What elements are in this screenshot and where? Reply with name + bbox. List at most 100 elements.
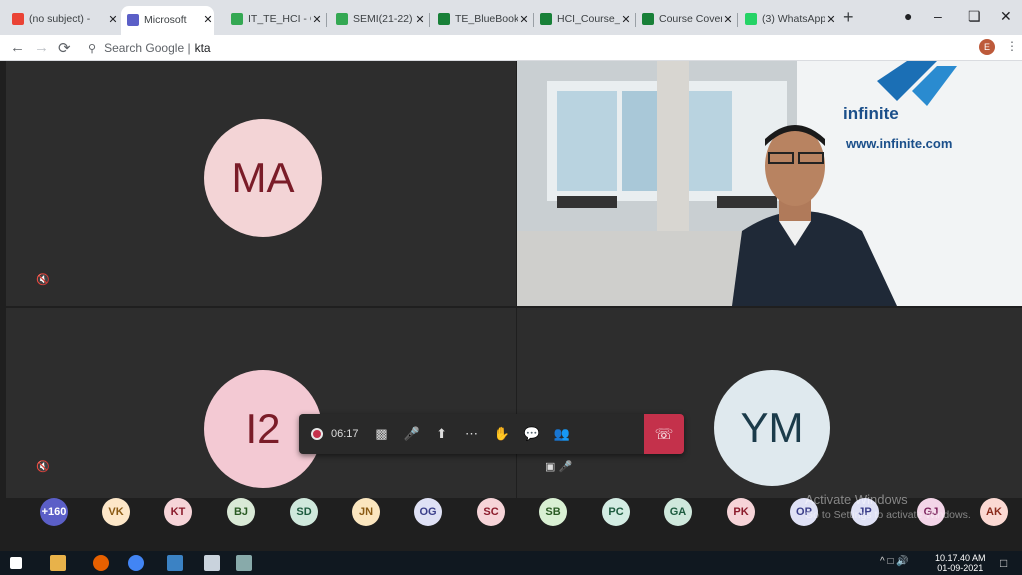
minimize-button[interactable]: –: [934, 8, 942, 24]
meeting-timer: 06:17: [331, 428, 359, 440]
phone-hangup-icon: ☏: [654, 426, 674, 443]
participant-avatar[interactable]: KT: [164, 498, 192, 526]
participant-video-tile: infinite www.infinite.com: [517, 61, 1022, 306]
omnibox-query: kta: [194, 41, 211, 55]
tab-favicon-icon: [127, 13, 139, 26]
windows-taskbar: ^ □ 🔊 10.17.40 AM 01-09-2021 □: [0, 551, 1022, 575]
file-explorer-icon[interactable]: [50, 555, 66, 571]
participant-avatar[interactable]: +160: [40, 498, 68, 526]
participant-avatar[interactable]: AK: [980, 498, 1008, 526]
browser-tab[interactable]: TE_BlueBook: ✕: [432, 8, 530, 30]
leave-call-button[interactable]: ☏: [644, 414, 684, 454]
notification-icon[interactable]: □: [1000, 556, 1007, 570]
tab-title: TE_BlueBook:: [455, 13, 518, 25]
chrome-icon[interactable]: [128, 555, 144, 571]
tab-title: Course Cover: [659, 13, 722, 25]
notepad-icon[interactable]: [204, 555, 220, 571]
browser-tab[interactable]: Course Cover ✕: [636, 8, 734, 30]
browser-tab[interactable]: SEMI(21-22) - ✕: [330, 8, 426, 30]
share-screen-icon[interactable]: ⬆: [427, 414, 457, 454]
search-icon: ⚲: [88, 42, 97, 55]
tab-close-icon[interactable]: ✕: [414, 13, 426, 26]
tab-title: IT_TE_HCI - G: [248, 13, 311, 25]
address-bar: ← → ⟳ ⚲ Search Google | kta E ⋮: [0, 35, 1022, 61]
tab-favicon-icon: [231, 13, 243, 25]
taskbar-clock[interactable]: 10.17.40 AM 01-09-2021: [935, 553, 986, 573]
tab-separator: [737, 13, 738, 27]
close-window-button[interactable]: ✕: [1000, 8, 1012, 25]
meeting-controls: 06:17 ▩ 🎤 ⬆ ⋯ ✋ 💬 👥 ☏: [299, 414, 684, 454]
tab-close-icon[interactable]: ✕: [518, 13, 530, 26]
tab-close-icon[interactable]: ✕: [107, 13, 119, 26]
avatar-ma: MA: [204, 119, 322, 237]
more-actions-icon[interactable]: ⋯: [457, 414, 487, 454]
browser-tab[interactable]: HCI_Course_F✕: [534, 8, 632, 30]
browser-tab[interactable]: Microsoft ✕: [121, 6, 214, 35]
participant-avatar[interactable]: OG: [414, 498, 442, 526]
forward-icon[interactable]: →: [34, 39, 49, 56]
activate-windows-title: Activate Windows: [805, 492, 908, 507]
tab-close-icon[interactable]: ✕: [311, 13, 323, 26]
windows-start-icon[interactable]: [10, 557, 22, 569]
browser-menu-icon[interactable]: ⋮: [1006, 39, 1018, 53]
clock-time: 10.17.40 AM: [935, 553, 986, 563]
browser-tab[interactable]: IT_TE_HCI - G✕: [225, 8, 323, 30]
tab-title: (no subject) -: [29, 13, 91, 25]
participant-avatar[interactable]: SB: [539, 498, 567, 526]
browser-tab[interactable]: (no subject) - ✕: [6, 8, 119, 30]
tab-close-icon[interactable]: ✕: [202, 13, 214, 26]
tab-title: Microsoft: [144, 13, 187, 26]
firefox-icon[interactable]: [93, 555, 109, 571]
camera-off-icon[interactable]: ▩: [367, 414, 397, 454]
participant-tile-i2: I2 🔇: [6, 308, 516, 498]
tab-favicon-icon: [540, 13, 552, 25]
tab-separator: [429, 13, 430, 27]
participant-avatar[interactable]: PK: [727, 498, 755, 526]
mic-off-icon[interactable]: 🎤: [397, 414, 427, 454]
back-icon[interactable]: ←: [10, 39, 25, 56]
tab-title: (3) WhatsApp: [762, 13, 825, 25]
profile-avatar[interactable]: E: [979, 39, 995, 55]
app-icon[interactable]: [167, 555, 183, 571]
omnibox[interactable]: ⚲ Search Google | kta: [88, 38, 211, 58]
screen-share-status-icon: ▣ 🎤: [545, 461, 573, 473]
mic-muted-icon: 🔇: [36, 461, 50, 473]
clock-date: 01-09-2021: [937, 563, 984, 573]
tab-favicon-icon: [642, 13, 654, 25]
raise-hand-icon[interactable]: ✋: [487, 414, 517, 454]
participant-avatar[interactable]: JN: [352, 498, 380, 526]
participant-avatar[interactable]: GA: [664, 498, 692, 526]
extension-icon[interactable]: ●: [904, 8, 912, 24]
tab-title: SEMI(21-22) -: [353, 13, 414, 25]
tab-favicon-icon: [438, 13, 450, 25]
brand-name: infinite: [843, 104, 899, 123]
meeting-stage: MA 🔇 infinite www.infinite.com I2 🔇 YM ▣…: [0, 61, 1022, 551]
participant-avatar[interactable]: BJ: [227, 498, 255, 526]
paint-icon[interactable]: [236, 555, 252, 571]
participant-tile-ma: MA 🔇: [6, 61, 516, 306]
reload-icon[interactable]: ⟳: [58, 39, 71, 57]
tab-favicon-icon: [12, 13, 24, 25]
participants-icon[interactable]: 👥: [547, 414, 577, 454]
activate-windows-subtitle: Go to Settings to activate Windows.: [805, 509, 971, 521]
participant-avatar[interactable]: PC: [602, 498, 630, 526]
tab-title: HCI_Course_F: [557, 13, 620, 25]
browser-tab[interactable]: (3) WhatsApp ✕: [739, 8, 837, 30]
restore-button[interactable]: ❏: [968, 8, 981, 25]
avatar-ym: YM: [714, 370, 830, 486]
tab-favicon-icon: [745, 13, 757, 25]
omnibox-prefix: Search Google |: [104, 41, 191, 55]
participant-avatar[interactable]: SD: [290, 498, 318, 526]
participant-avatar[interactable]: SC: [477, 498, 505, 526]
tab-close-icon[interactable]: ✕: [722, 13, 734, 26]
new-tab-button[interactable]: +: [843, 7, 854, 28]
tab-close-icon[interactable]: ✕: [825, 13, 837, 26]
participant-avatar[interactable]: VK: [102, 498, 130, 526]
mic-muted-icon: 🔇: [36, 274, 50, 286]
presenter-video: [517, 61, 1022, 306]
tab-close-icon[interactable]: ✕: [620, 13, 632, 26]
tab-favicon-icon: [336, 13, 348, 25]
chat-icon[interactable]: 💬: [517, 414, 547, 454]
system-tray-icons[interactable]: ^ □ 🔊: [880, 556, 909, 567]
participant-tile-ym: YM ▣ 🎤: [517, 308, 1022, 498]
